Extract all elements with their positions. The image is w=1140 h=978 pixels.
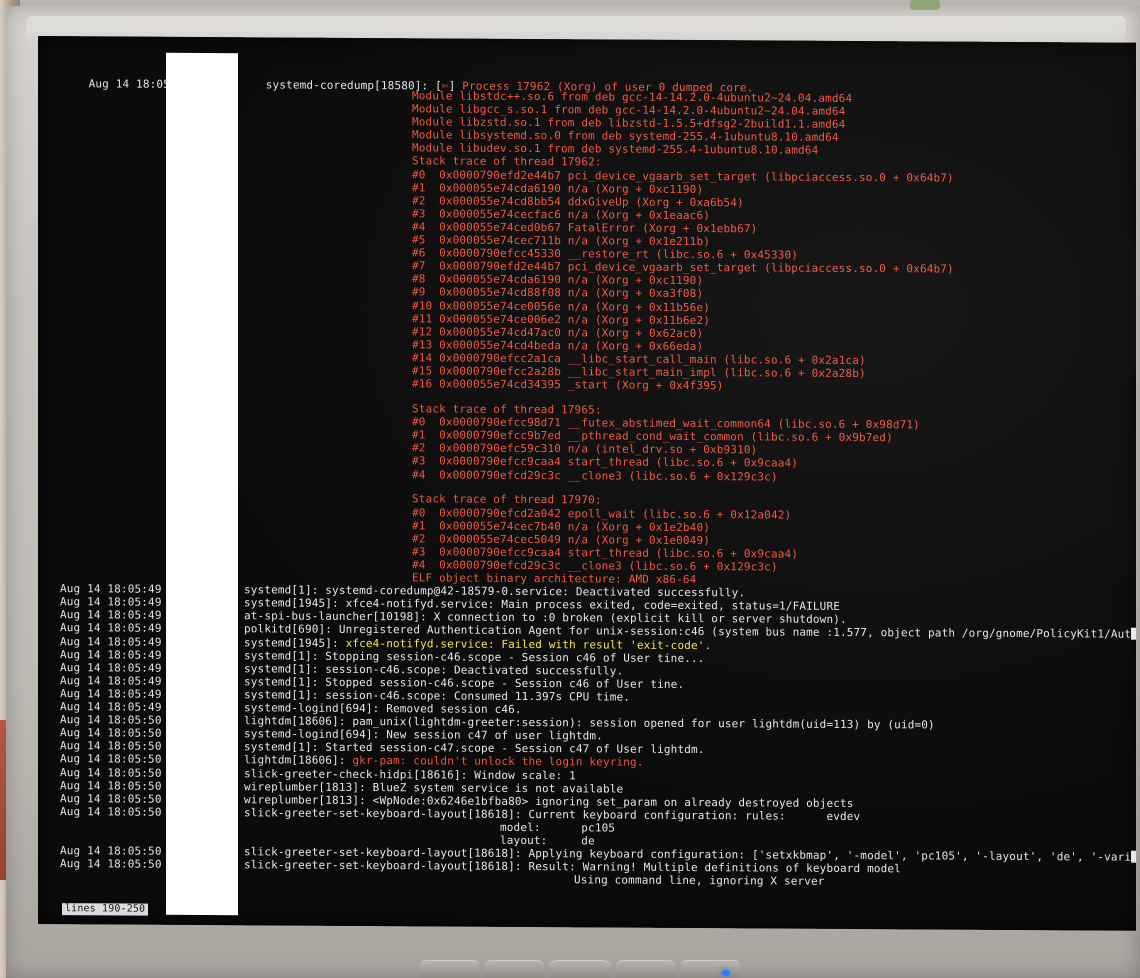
monitor-button[interactable] [550,960,610,978]
monitor-screen: Aug 14 18:05:49 Fsystemd-coredump[18580]… [38,36,1136,931]
log-timestamp: Aug 14 18:05:49 [60,687,162,701]
monitor-button[interactable] [615,960,675,978]
coredump-header: Aug 14 18:05:49 Fsystemd-coredump[18580]… [48,64,754,94]
log-timestamp: Aug 14 18:05:49 [60,673,162,688]
log-timestamp: Aug 14 18:05:50 [60,804,162,819]
log-timestamp: Aug 14 18:05:49 [60,608,162,623]
background-plant [910,0,940,10]
keyboard-config-line: layout: de [500,833,595,848]
pager-status: lines 190-250 [62,903,149,916]
monitor-button[interactable] [420,960,480,978]
log-timestamp: Aug 14 18:05:50 [60,791,162,806]
line-truncation-cursor [1131,850,1136,863]
log-timestamp: Aug 14 18:05:50 [60,739,162,754]
monitor-button[interactable] [680,960,741,978]
log-timestamp: Aug 14 18:05:49 [60,660,162,675]
stack-frame: #16 0x000055e74cd34395 _start (Xorg + 0x… [412,377,724,393]
log-timestamp: Aug 14 18:05:50 [60,778,162,793]
stack-frame: #4 0x0000790efcd29c3c __clone3 (libc.so.… [412,467,778,484]
keyboard-warning-continuation: Using command line, ignoring X server [574,873,825,889]
stack-trace-header: Stack trace of thread 17970: [412,492,602,507]
log-message: systemd[1945]: [244,635,346,650]
log-timestamp: Aug 14 18:05:50 [60,726,162,740]
log-timestamp: Aug 14 18:05:49 [60,621,162,636]
log-timestamp: Aug 14 18:05:49 [60,595,162,609]
redacted-hostname-area [166,52,238,916]
line-truncation-cursor [1131,628,1136,641]
power-led-icon [722,970,730,976]
stack-trace-header: Stack trace of thread 17962: [412,154,602,169]
log-message: slick-greeter-set-keyboard-layout[18618]… [244,858,901,876]
monitor-button-strip [420,960,741,978]
stack-trace-header: Stack trace of thread 17965: [412,402,602,417]
log-timestamp: Aug 14 18:05:50 [60,844,162,858]
log-timestamp: Aug 14 18:05:49 [60,582,162,596]
log-timestamp: Aug 14 18:05:50 [60,752,162,767]
log-timestamp: Aug 14 18:05:49 [60,634,162,649]
log-timestamp: Aug 14 18:05:50 [60,765,162,780]
log-timestamp: Aug 14 18:05:49 [60,647,162,662]
log-timestamp: Aug 14 18:05:49 [60,700,162,714]
log-message: lightdm[18606]: [244,753,353,768]
log-timestamp: Aug 14 18:05:50 [60,713,162,727]
monitor-button[interactable] [485,960,545,978]
log-timestamp: Aug 14 18:05:50 [60,857,162,871]
keyboard-config-line: model: pc105 [500,820,616,835]
